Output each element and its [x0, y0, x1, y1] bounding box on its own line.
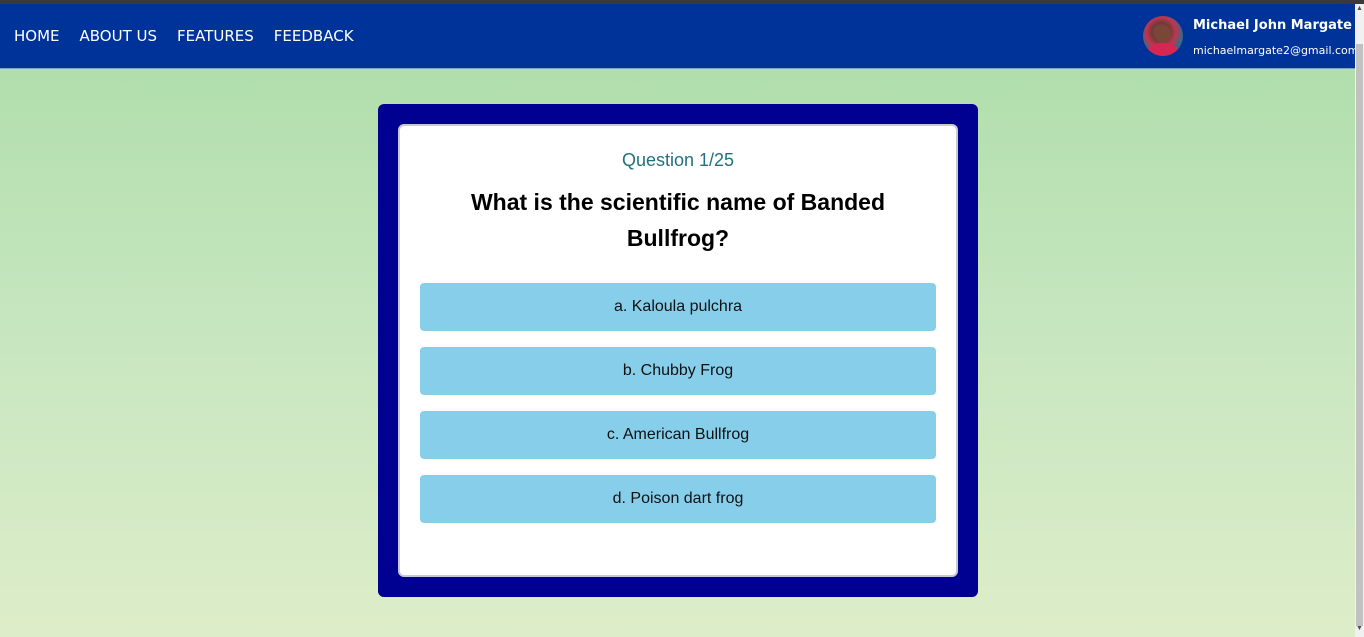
nav-item-about-us[interactable]: ABOUT US	[80, 27, 158, 45]
avatar-face	[1155, 25, 1171, 43]
answer-option-b[interactable]: b. Chubby Frog	[420, 347, 936, 395]
nav-item-home[interactable]: HOME	[14, 27, 60, 45]
scroll-up-arrow-icon[interactable]: ▲	[1356, 4, 1363, 14]
user-name: Michael John Margate	[1193, 18, 1352, 33]
avatar-shirt	[1147, 43, 1179, 56]
answer-option-a[interactable]: a. Kaloula pulchra	[420, 283, 936, 331]
top-navbar: HOME ABOUT US FEATURES FEEDBACK Michael …	[0, 4, 1359, 69]
question-counter: Question 1/25	[621, 150, 735, 170]
answer-option-c[interactable]: c. American Bullfrog	[420, 411, 936, 459]
nav-item-features[interactable]: FEATURES	[177, 27, 254, 45]
scroll-down-arrow-icon[interactable]: ▼	[1356, 624, 1363, 634]
nav-links: HOME ABOUT US FEATURES FEEDBACK	[14, 4, 354, 68]
user-email: michaelmargate2@gmail.com	[1193, 44, 1359, 57]
question-text: What is the scientific name of Banded Bu…	[470, 189, 886, 251]
quiz-card: Question 1/25 What is the scientific nam…	[398, 124, 958, 577]
answer-option-d[interactable]: d. Poison dart frog	[420, 475, 936, 523]
scrollbar[interactable]: ▲ ▼	[1355, 4, 1364, 637]
avatar[interactable]	[1143, 16, 1183, 56]
scroll-thumb[interactable]	[1356, 44, 1363, 626]
nav-item-feedback[interactable]: FEEDBACK	[274, 27, 354, 45]
quiz-frame: Question 1/25 What is the scientific nam…	[378, 104, 978, 597]
user-profile[interactable]: Michael John Margate michaelmargate2@gma…	[1143, 4, 1359, 68]
